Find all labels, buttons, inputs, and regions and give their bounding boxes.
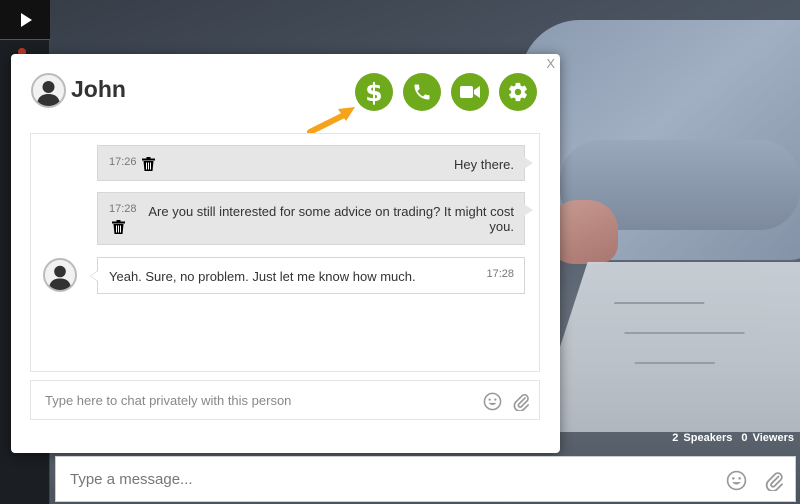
call-button[interactable] — [403, 73, 441, 111]
close-button[interactable]: X — [546, 57, 555, 71]
user-silhouette-icon — [37, 81, 60, 106]
contact-avatar-small — [43, 258, 77, 292]
private-chat-input[interactable] — [31, 381, 471, 419]
trash-icon — [112, 220, 125, 234]
video-call-button[interactable] — [451, 73, 489, 111]
speakers-label: Speakers — [683, 432, 733, 444]
private-chat-popup: X John $ 17:26 Hey there. 17:28 Are you … — [11, 54, 560, 453]
contact-name: John — [71, 76, 126, 102]
speakers-count: 2 — [672, 432, 679, 444]
message-text: Hey there. — [454, 157, 514, 172]
user-silhouette-icon — [49, 265, 71, 290]
phone-icon — [414, 84, 430, 100]
trash-icon — [142, 157, 155, 171]
paperclip-icon — [765, 471, 783, 491]
private-chat-composer — [30, 380, 540, 420]
message-bubble: 17:28 Are you still interested for some … — [97, 192, 533, 245]
message-text: Are you still interested for some advice… — [148, 204, 514, 234]
room-stats: 2 Speakers 0 Viewers — [670, 432, 794, 444]
message-time: 17:28 — [109, 203, 137, 215]
attach-button[interactable] — [763, 469, 785, 491]
message-bubble-received: Yeah. Sure, no problem. Just let me know… — [90, 257, 525, 294]
viewers-count: 0 — [741, 432, 748, 444]
viewers-label: Viewers — [752, 432, 794, 444]
delete-message-button[interactable] — [142, 157, 155, 174]
smiley-icon — [726, 470, 746, 490]
message-time: 17:28 — [486, 268, 514, 280]
message-list: 17:26 Hey there. 17:28 Are you still int… — [30, 133, 540, 372]
emoji-button[interactable] — [725, 469, 747, 491]
settings-button[interactable] — [499, 73, 537, 111]
attach-button[interactable] — [511, 391, 531, 411]
emoji-button[interactable] — [482, 391, 502, 411]
smiley-icon — [483, 392, 501, 410]
paperclip-icon — [513, 393, 530, 411]
gear-icon — [509, 82, 527, 102]
contact-avatar — [31, 73, 66, 108]
main-chat-input[interactable] — [56, 457, 696, 501]
message-text: Yeah. Sure, no problem. Just let me know… — [109, 269, 416, 284]
play-button[interactable] — [0, 0, 50, 40]
delete-message-button[interactable] — [112, 220, 125, 237]
message-bubble: 17:26 Hey there. — [97, 145, 533, 181]
video-camera-icon — [460, 86, 480, 98]
dollar-icon: $ — [365, 77, 383, 107]
play-icon — [21, 12, 32, 27]
main-chat-composer — [55, 456, 796, 502]
message-time: 17:26 — [109, 156, 137, 168]
